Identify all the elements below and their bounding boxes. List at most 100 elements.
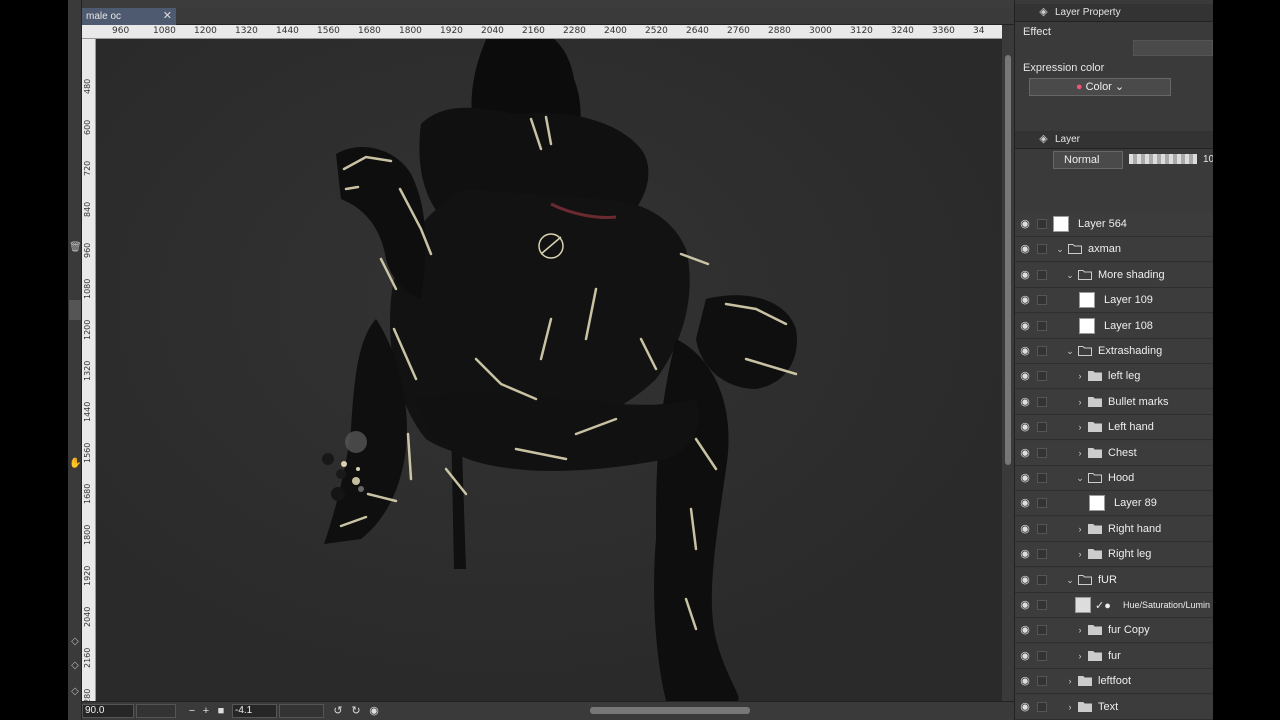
- chevron-right-icon[interactable]: ›: [1075, 624, 1085, 636]
- eye-icon[interactable]: ◉: [1019, 370, 1031, 382]
- rotation-slider[interactable]: [279, 704, 324, 718]
- zoom-out-icon[interactable]: −: [186, 704, 198, 718]
- layer-row[interactable]: ◉ › leftfoot: [1015, 669, 1213, 695]
- layer-lock-checkbox[interactable]: [1037, 371, 1047, 382]
- hand-icon[interactable]: ✋: [69, 458, 81, 470]
- chevron-down-icon[interactable]: ⌄: [1075, 472, 1085, 484]
- chevron-right-icon[interactable]: ›: [1075, 396, 1085, 408]
- chevron-right-icon[interactable]: ›: [1075, 447, 1085, 459]
- horizontal-scroll-thumb[interactable]: [590, 707, 750, 714]
- chevron-right-icon[interactable]: ›: [1065, 675, 1075, 687]
- layer-lock-checkbox[interactable]: [1037, 219, 1047, 229]
- vertical-scrollbar[interactable]: [1002, 25, 1014, 701]
- chevron-down-icon[interactable]: ⌄: [1055, 243, 1065, 255]
- layer-row[interactable]: ◉ › fur: [1015, 643, 1213, 669]
- layer-row[interactable]: ◉ ⌄ Extrashading: [1015, 339, 1213, 364]
- layer-row[interactable]: ◉ ⌄ axman: [1015, 237, 1213, 263]
- chevron-right-icon[interactable]: ›: [1075, 370, 1085, 382]
- layer-lock-checkbox[interactable]: [1037, 523, 1047, 534]
- layer-row[interactable]: ◉ Layer 109: [1015, 288, 1213, 314]
- effect-buttons[interactable]: [1133, 40, 1213, 56]
- eye-icon[interactable]: ◉: [1019, 574, 1031, 586]
- layer-lock-checkbox[interactable]: [1037, 346, 1047, 356]
- layer-lock-checkbox[interactable]: [1037, 600, 1047, 610]
- layer-lock-checkbox[interactable]: [1037, 422, 1047, 433]
- reset-rotation-icon[interactable]: ◉: [368, 704, 380, 718]
- layer-row[interactable]: ◉ › Bullet marks: [1015, 389, 1213, 415]
- eye-icon[interactable]: ◉: [1019, 294, 1031, 306]
- eye-icon[interactable]: ◉: [1019, 396, 1031, 408]
- chevron-icon[interactable]: ◇: [69, 660, 81, 672]
- eye-icon[interactable]: ◉: [1019, 320, 1031, 332]
- layer-toolbar-row2[interactable]: [1085, 192, 1213, 208]
- layer-lock-checkbox[interactable]: [1037, 320, 1047, 331]
- trash-icon[interactable]: 🗑: [69, 242, 82, 254]
- layer-lock-checkbox[interactable]: [1037, 269, 1047, 280]
- eye-icon[interactable]: ◉: [1019, 523, 1031, 535]
- rotation-field[interactable]: -4.1: [232, 704, 277, 718]
- layer-lock-checkbox[interactable]: [1037, 650, 1047, 661]
- layer-lock-checkbox[interactable]: [1037, 676, 1047, 687]
- zoom-field[interactable]: 90.0: [82, 704, 134, 718]
- eye-icon[interactable]: ◉: [1019, 447, 1031, 459]
- drawing-canvas[interactable]: [96, 39, 1002, 701]
- chevron-down-icon[interactable]: ⌄: [1065, 269, 1075, 281]
- eye-icon[interactable]: ◉: [1019, 599, 1031, 611]
- expression-color-select[interactable]: ● Color ⌄: [1029, 78, 1171, 96]
- chevron-down-icon[interactable]: ⌄: [1065, 345, 1075, 357]
- eye-icon[interactable]: ◉: [1019, 218, 1031, 230]
- layer-row[interactable]: ◉ ⌄ More shading: [1015, 262, 1213, 288]
- layer-row[interactable]: ◉ › fur Copy: [1015, 618, 1213, 644]
- zoom-in-icon[interactable]: +: [200, 704, 212, 718]
- layer-row[interactable]: ◉ › Right hand: [1015, 516, 1213, 542]
- chevron-right-icon[interactable]: ›: [1075, 523, 1085, 535]
- layer-lock-checkbox[interactable]: [1037, 549, 1047, 560]
- layer-row[interactable]: ◉ › Chest: [1015, 440, 1213, 466]
- opacity-slider[interactable]: [1129, 154, 1197, 164]
- document-tab[interactable]: male oc ✕: [82, 8, 176, 25]
- eye-icon[interactable]: ◉: [1019, 548, 1031, 560]
- layer-lock-checkbox[interactable]: [1037, 295, 1047, 306]
- layer-row[interactable]: ◉ › Text: [1015, 694, 1213, 720]
- rotate-right-icon[interactable]: ↻: [350, 704, 362, 718]
- vertical-scroll-thumb[interactable]: [1005, 55, 1011, 465]
- eye-icon[interactable]: ◉: [1019, 624, 1031, 636]
- eye-icon[interactable]: ◉: [1019, 345, 1031, 357]
- chevron-right-icon[interactable]: ›: [1065, 701, 1075, 713]
- eye-icon[interactable]: ◉: [1019, 497, 1031, 509]
- eye-icon[interactable]: ◉: [1019, 650, 1031, 662]
- chevron-icon[interactable]: ◇: [69, 636, 81, 648]
- eye-icon[interactable]: ◉: [1019, 269, 1031, 281]
- layer-lock-checkbox[interactable]: [1037, 447, 1047, 458]
- chevron-right-icon[interactable]: ›: [1075, 650, 1085, 662]
- layer-row[interactable]: ◉ ⌄ fUR: [1015, 567, 1213, 593]
- chevron-icon[interactable]: ◇: [69, 686, 81, 698]
- layer-row[interactable]: ◉ Layer 108: [1015, 313, 1213, 339]
- layer-lock-checkbox[interactable]: [1037, 244, 1047, 255]
- layer-toolbar-row1[interactable]: [1039, 172, 1213, 188]
- fit-icon[interactable]: ■: [215, 704, 227, 718]
- blend-mode-select[interactable]: Normal: [1053, 151, 1123, 169]
- layer-lock-checkbox[interactable]: [1037, 396, 1047, 407]
- layer-row[interactable]: ◉ Layer 564: [1015, 212, 1213, 237]
- chevron-right-icon[interactable]: ›: [1075, 548, 1085, 560]
- layer-lock-checkbox[interactable]: [1037, 625, 1047, 636]
- layer-row[interactable]: ◉ ⌄ Hood: [1015, 466, 1213, 491]
- chevron-down-icon[interactable]: ⌄: [1065, 574, 1075, 586]
- layer-lock-checkbox[interactable]: [1037, 701, 1047, 712]
- layer-lock-checkbox[interactable]: [1037, 498, 1047, 509]
- rotate-left-icon[interactable]: ↺: [332, 704, 344, 718]
- eye-icon[interactable]: ◉: [1019, 472, 1031, 484]
- close-icon[interactable]: ✕: [163, 8, 172, 25]
- layer-lock-checkbox[interactable]: [1037, 574, 1047, 585]
- layer-row[interactable]: ◉ › Left hand: [1015, 415, 1213, 441]
- chevron-right-icon[interactable]: ›: [1075, 421, 1085, 433]
- layer-row[interactable]: ◉ Layer 89: [1015, 491, 1213, 517]
- eye-icon[interactable]: ◉: [1019, 243, 1031, 255]
- tool-strip-handle[interactable]: [69, 300, 81, 320]
- layer-row[interactable]: ◉ ✓● Hue/Saturation/Lumin: [1015, 593, 1213, 618]
- layer-row[interactable]: ◉ › Right leg: [1015, 542, 1213, 568]
- eye-icon[interactable]: ◉: [1019, 421, 1031, 433]
- eye-icon[interactable]: ◉: [1019, 675, 1031, 687]
- zoom-slider[interactable]: [136, 704, 176, 718]
